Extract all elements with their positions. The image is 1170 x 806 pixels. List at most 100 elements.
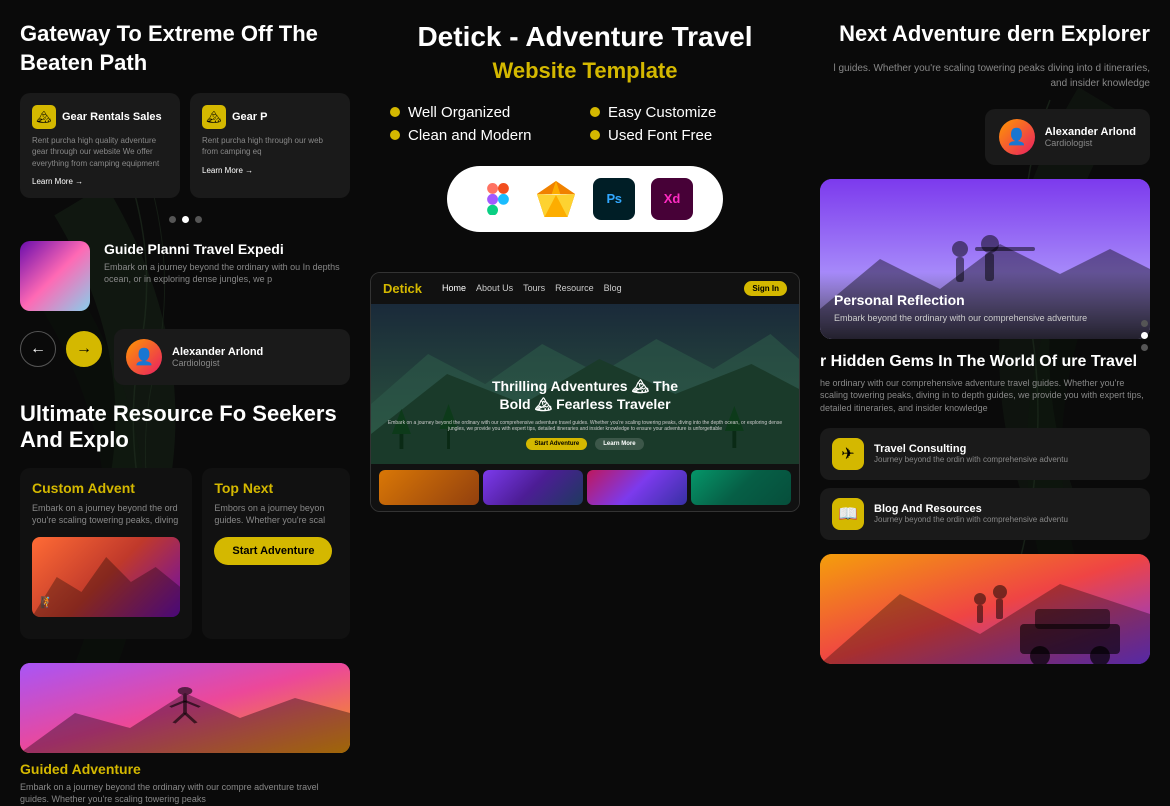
service-cards: ✈ Travel Consulting Journey beyond the o…	[820, 428, 1150, 540]
main-title: Detick - Adventure Travel	[370, 20, 800, 54]
guide-section: Guide Planni Travel Expedi Embark on a j…	[20, 241, 350, 311]
feature-item-1: Well Organized	[390, 104, 580, 121]
dots-right	[1141, 320, 1148, 351]
mockup-thumb-4	[691, 470, 791, 505]
profile-info-right: Alexander Arlond Cardiologist	[1045, 126, 1136, 148]
card-desc-2: Rent purcha high through our web from ca…	[202, 135, 338, 157]
right-profile: 👤 Alexander Arlond Cardiologist	[820, 109, 1150, 165]
dot-r2[interactable]	[1141, 332, 1148, 339]
service-card-1: ✈ Travel Consulting Journey beyond the o…	[820, 428, 1150, 480]
figma-icon	[477, 178, 519, 220]
nav-about: About Us	[476, 283, 513, 293]
hidden-gems: r Hidden Gems In The World Of ure Travel…	[820, 353, 1150, 415]
custom-thumb-label: 🧗	[40, 596, 54, 609]
left-panel: Gateway To Extreme Off The Beaten Path 🏔…	[0, 0, 370, 780]
guided-title: Guided Adventure	[20, 761, 350, 777]
dots-indicator	[20, 216, 350, 223]
feature-dot-3	[390, 130, 400, 140]
service-title-1: Travel Consulting	[874, 443, 1068, 455]
nav-resource: Resource	[555, 283, 594, 293]
custom-title: Custom Advent	[32, 480, 180, 496]
right-top-title: Next Adventure dern Explorer	[820, 20, 1150, 49]
right-panel: Next Adventure dern Explorer l guides. W…	[800, 0, 1170, 780]
custom-thumb-image: 🧗	[32, 537, 180, 617]
photoshop-icon: Ps	[593, 178, 635, 220]
dot-r1[interactable]	[1141, 320, 1148, 327]
website-mockup: Detick Home About Us Tours Resource Blog…	[370, 272, 800, 512]
right-bottom-image	[820, 554, 1150, 664]
mockup-thumb-1	[379, 470, 479, 505]
hidden-gems-desc: he ordinary with our comprehensive adven…	[820, 377, 1150, 415]
profile-name-right: Alexander Arlond	[1045, 126, 1136, 138]
dot-1[interactable]	[169, 216, 176, 223]
service-desc-1: Journey beyond the ordin with comprehens…	[874, 455, 1068, 465]
mockup-nav: Detick Home About Us Tours Resource Blog…	[371, 273, 799, 304]
mockup-thumb-3	[587, 470, 687, 505]
feature-dot-1	[390, 107, 400, 117]
service-icon-1: ✈	[832, 438, 864, 470]
mountain-label: Personal Reflection	[834, 292, 1136, 308]
nav-tours: Tours	[523, 283, 545, 293]
start-adventure-mockup-btn[interactable]: Start Adventure	[526, 438, 587, 450]
mockup-images-row	[371, 464, 799, 511]
dot-3[interactable]	[195, 216, 202, 223]
prev-arrow[interactable]: ←	[20, 331, 56, 367]
card-link-2[interactable]: Learn More →	[202, 166, 338, 175]
mockup-logo: Detick	[383, 281, 422, 296]
service-info-2: Blog And Resources Journey beyond the or…	[874, 503, 1068, 525]
nav-blog: Blog	[604, 283, 622, 293]
start-adventure-btn[interactable]: Start Adventure	[214, 537, 332, 565]
profile-avatar-left: 👤	[126, 339, 162, 375]
custom-desc: Embark on a journey beyond the ord you'r…	[32, 502, 180, 527]
feature-item-2: Easy Customize	[590, 104, 780, 121]
feature-item-4: Used Font Free	[590, 127, 780, 144]
gear-card-1: 🏔 Gear Rentals Sales Rent purcha high qu…	[20, 93, 180, 198]
service-info-1: Travel Consulting Journey beyond the ord…	[874, 443, 1068, 465]
card-title-2: Gear P	[232, 111, 267, 123]
mockup-signin[interactable]: Sign In	[744, 281, 787, 296]
tools-pill: Ps Xd	[447, 166, 723, 232]
mockup-hero: Thrilling Adventures 🏔 TheBold 🏔 Fearles…	[371, 304, 799, 464]
service-icon-2: 📖	[832, 498, 864, 530]
learn-more-mockup-btn[interactable]: Learn More	[595, 438, 643, 450]
right-mountain-overlay: Personal Reflection Embark beyond the or…	[820, 272, 1150, 339]
dot-2[interactable]	[182, 216, 189, 223]
service-desc-2: Journey beyond the ordin with comprehens…	[874, 515, 1068, 525]
right-top-desc: l guides. Whether you're scaling towerin…	[820, 61, 1150, 91]
next-title: Top Next	[214, 480, 338, 496]
card-icon-row-2: 🏔 Gear P	[202, 105, 338, 129]
guide-image	[20, 241, 90, 311]
mockup-hero-sub: Embark on a journey beyond the ordinary …	[381, 420, 789, 432]
profile-avatar-right: 👤	[999, 119, 1035, 155]
profile-info-left: Alexander Arlond Cardiologist	[172, 346, 263, 368]
right-profile-inner: 👤 Alexander Arlond Cardiologist	[985, 109, 1150, 165]
guide-title: Guide Planni Travel Expedi	[104, 241, 350, 257]
next-desc: Embors on a journey beyon guides. Whethe…	[214, 502, 338, 527]
right-mountain-image: Personal Reflection Embark beyond the or…	[820, 179, 1150, 339]
profile-role-right: Cardiologist	[1045, 138, 1136, 148]
gear-icon-1: 🏔	[32, 105, 56, 129]
feature-label-2: Easy Customize	[608, 104, 716, 121]
next-card: Top Next Embors on a journey beyon guide…	[202, 468, 350, 639]
profile-card-left: 👤 Alexander Arlond Cardiologist	[114, 329, 350, 385]
card-icon-row-1: 🏔 Gear Rentals Sales	[32, 105, 168, 129]
feature-label-3: Clean and Modern	[408, 127, 531, 144]
feature-label-4: Used Font Free	[608, 127, 712, 144]
card-title-1: Gear Rentals Sales	[62, 111, 162, 123]
profile-role-left: Cardiologist	[172, 358, 263, 368]
service-title-2: Blog And Resources	[874, 503, 1068, 515]
xd-icon: Xd	[651, 178, 693, 220]
guide-text: Guide Planni Travel Expedi Embark on a j…	[104, 241, 350, 286]
feature-label-1: Well Organized	[408, 104, 510, 121]
mockup-hero-btns: Start Adventure Learn More	[371, 438, 799, 450]
next-arrow[interactable]: →	[66, 331, 102, 367]
card-link-1[interactable]: Learn More →	[32, 177, 168, 186]
profile-name-left: Alexander Arlond	[172, 346, 263, 358]
guided-section: Guided Adventure Embark on a journey bey…	[20, 663, 350, 806]
dot-r3[interactable]	[1141, 344, 1148, 351]
features-grid: Well Organized Easy Customize Clean and …	[370, 104, 800, 144]
service-card-2: 📖 Blog And Resources Journey beyond the …	[820, 488, 1150, 540]
feature-dot-2	[590, 107, 600, 117]
gear-card-2: 🏔 Gear P Rent purcha high through our we…	[190, 93, 350, 198]
mockup-thumb-2	[483, 470, 583, 505]
